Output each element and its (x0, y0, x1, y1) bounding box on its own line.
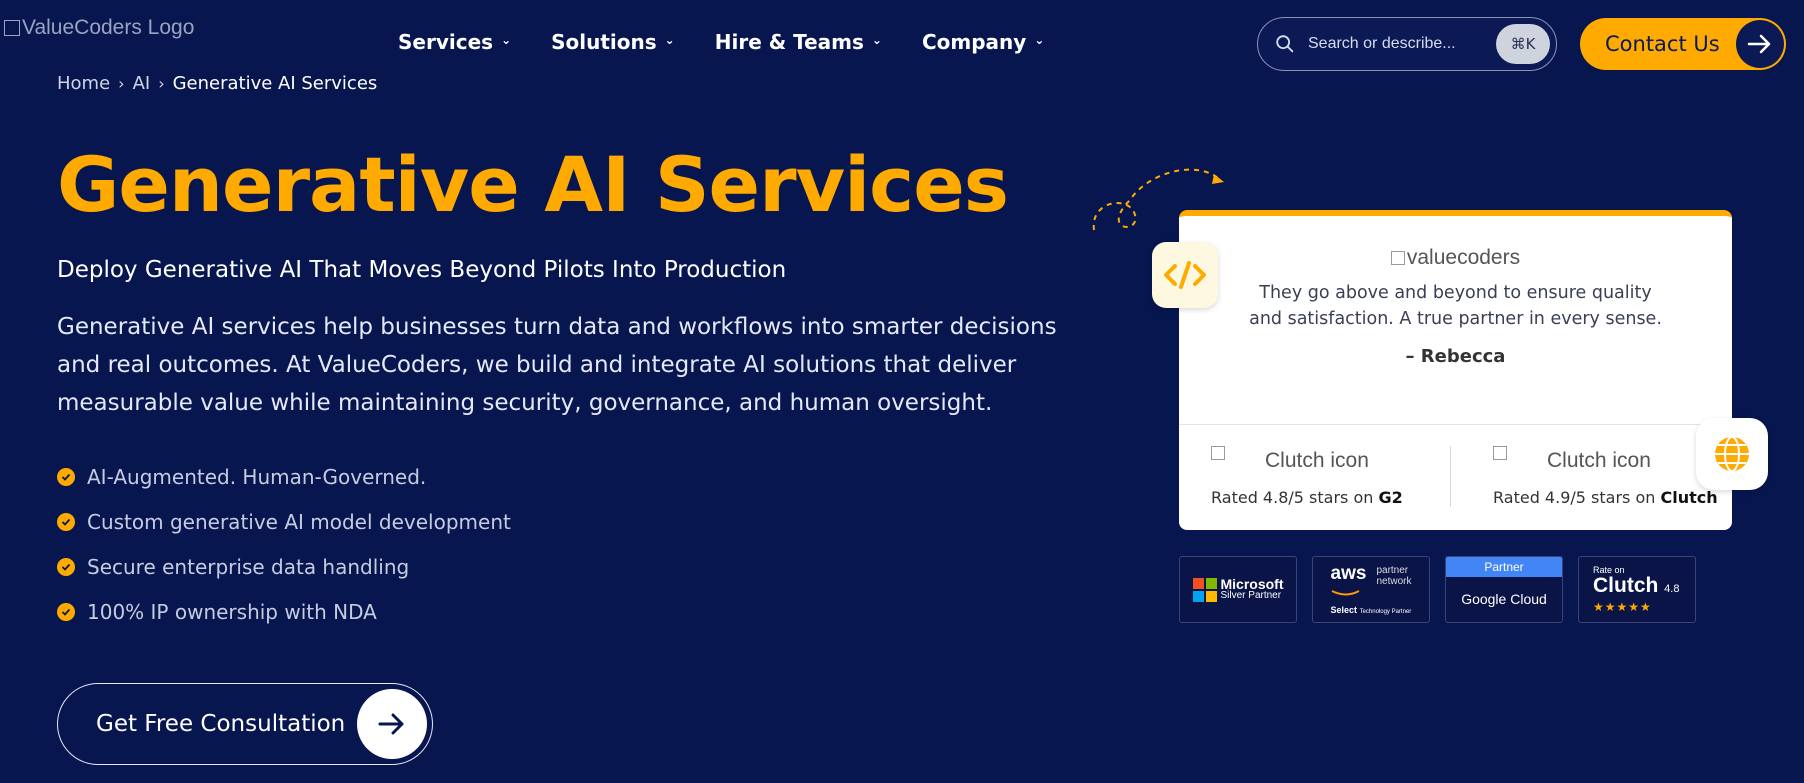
badge-line: network (1376, 575, 1412, 587)
contact-us-button[interactable]: Contact Us (1580, 18, 1786, 70)
breadcrumb-ai[interactable]: AI (133, 73, 151, 94)
valuecoders-logo[interactable]: ValueCoders Logo (4, 16, 194, 40)
nav-item-services[interactable]: Services ⌄ (398, 30, 511, 54)
list-item: Secure enterprise data handling (57, 544, 511, 589)
testimonial-quote: They go above and beyond to ensure quali… (1249, 283, 1662, 329)
rating-platform: G2 (1378, 488, 1403, 507)
aws-partner-badge: aws partner network Select Technology Pa… (1312, 556, 1430, 623)
clutch-rating-badge[interactable]: Rate on Clutch 4.8 ★★★★★ (1578, 556, 1696, 623)
cta-label: Get Free Consultation (96, 711, 346, 737)
badge-tier-sub: Technology Partner (1359, 608, 1412, 615)
ratings-row: Clutch icon Rated 4.8/5 stars on G2 Clut… (1179, 446, 1732, 507)
aws-logo-text: aws (1330, 562, 1367, 584)
broken-image-icon (4, 20, 20, 36)
partner-badges: Microsoft Silver Partner aws partner net… (1179, 556, 1696, 623)
page-title: Generative AI Services (57, 140, 1009, 229)
google-cloud-partner-badge: Partner Google Cloud (1445, 556, 1563, 623)
search-shortcut-badge[interactable]: ⌘K (1496, 24, 1550, 64)
rating-prefix: Rated 4.9/5 stars on (1493, 488, 1661, 507)
clutch-score: 4.8 (1664, 583, 1680, 595)
arrow-right-icon (1736, 20, 1784, 68)
chevron-down-icon: ⌄ (871, 33, 882, 47)
microsoft-logo-icon (1192, 577, 1217, 602)
logo-alt-text: ValueCoders Logo (22, 16, 195, 39)
nav-label: Services (398, 30, 494, 54)
nav-item-solutions[interactable]: Solutions ⌄ (551, 30, 675, 54)
globe-icon-bubble (1696, 418, 1768, 490)
nav-label: Company (921, 30, 1027, 54)
rating-text: Rated 4.9/5 stars on Clutch (1493, 488, 1732, 507)
brand-alt-text: valuecoders (1406, 246, 1521, 269)
list-item: 100% IP ownership with NDA (57, 589, 511, 634)
feature-text: Custom generative AI model development (87, 509, 511, 534)
feature-text: 100% IP ownership with NDA (87, 599, 377, 624)
testimonial-card: valuecoders They go above and beyond to … (1179, 210, 1732, 530)
main-nav: Services ⌄ Solutions ⌄ Hire & Teams ⌄ Co… (398, 30, 1044, 54)
clutch-alt-text: Clutch icon (1547, 449, 1651, 472)
breadcrumb-current: Generative AI Services (172, 73, 378, 94)
arrow-right-icon (357, 689, 427, 759)
contact-label: Contact Us (1605, 32, 1720, 56)
testimonial-author: – Rebecca (1405, 346, 1506, 367)
review: valuecoders They go above and beyond to … (1179, 216, 1732, 367)
chevron-right-icon: › (158, 74, 165, 93)
code-icon (1164, 261, 1206, 289)
check-circle-icon (57, 557, 75, 576)
badge-header: Partner (1446, 557, 1562, 577)
list-item: AI-Augmented. Human-Governed. (57, 454, 511, 499)
google-cloud-text: Google Cloud (1461, 590, 1547, 607)
microsoft-partner-badge: Microsoft Silver Partner (1179, 556, 1297, 623)
broken-image-icon (1211, 446, 1225, 460)
nav-item-hire-teams[interactable]: Hire & Teams ⌄ (715, 30, 882, 54)
clutch-alt-text: Clutch icon (1265, 449, 1369, 472)
check-circle-icon (57, 512, 75, 531)
valuecoders-image: valuecoders (1390, 246, 1521, 270)
broken-image-icon (1390, 251, 1405, 265)
chevron-right-icon: › (118, 74, 125, 93)
hero-description: Generative AI services help businesses t… (57, 314, 1057, 416)
get-free-consultation-button[interactable]: Get Free Consultation (57, 683, 433, 765)
clutch-image: Clutch icon (1211, 446, 1450, 476)
badge-line: Microsoft (1220, 575, 1284, 592)
breadcrumb: Home › AI › Generative AI Services (57, 73, 377, 94)
search-input[interactable] (1308, 35, 1458, 53)
search-icon (1276, 35, 1294, 53)
nav-label: Solutions (551, 30, 657, 54)
star-rating-icon: ★★★★★ (1593, 600, 1652, 614)
rating-text: Rated 4.8/5 stars on G2 (1211, 488, 1450, 507)
feature-text: AI-Augmented. Human-Governed. (87, 464, 427, 489)
list-item: Custom generative AI model development (57, 499, 511, 544)
rating-platform: Clutch (1660, 488, 1718, 507)
nav-item-company[interactable]: Company ⌄ (922, 30, 1044, 54)
search-box: ⌘K (1257, 17, 1557, 71)
globe-icon (1715, 436, 1749, 472)
divider (1179, 424, 1732, 425)
check-circle-icon (57, 467, 75, 486)
chevron-down-icon: ⌄ (664, 33, 675, 47)
broken-image-icon (1493, 446, 1507, 460)
clutch-name: Clutch (1593, 574, 1659, 597)
code-icon-bubble (1152, 242, 1218, 308)
feature-text: Secure enterprise data handling (87, 554, 410, 579)
check-circle-icon (57, 602, 75, 621)
rating-prefix: Rated 4.8/5 stars on (1211, 488, 1379, 507)
chevron-down-icon: ⌄ (501, 33, 512, 47)
nav-label: Hire & Teams (714, 30, 864, 54)
badge-tier: Select (1330, 604, 1358, 615)
rating-g2: Clutch icon Rated 4.8/5 stars on G2 (1179, 446, 1450, 507)
breadcrumb-home[interactable]: Home (57, 73, 110, 94)
feature-list: AI-Augmented. Human-Governed. Custom gen… (57, 454, 511, 634)
aws-smile-icon (1331, 589, 1360, 595)
rating-clutch: Clutch icon Rated 4.9/5 stars on Clutch (1450, 446, 1732, 507)
chevron-down-icon: ⌄ (1034, 33, 1045, 47)
hero-subtitle: Deploy Generative AI That Moves Beyond P… (57, 257, 787, 283)
badge-line: partner (1376, 564, 1409, 576)
badge-line: Silver Partner (1220, 589, 1282, 601)
